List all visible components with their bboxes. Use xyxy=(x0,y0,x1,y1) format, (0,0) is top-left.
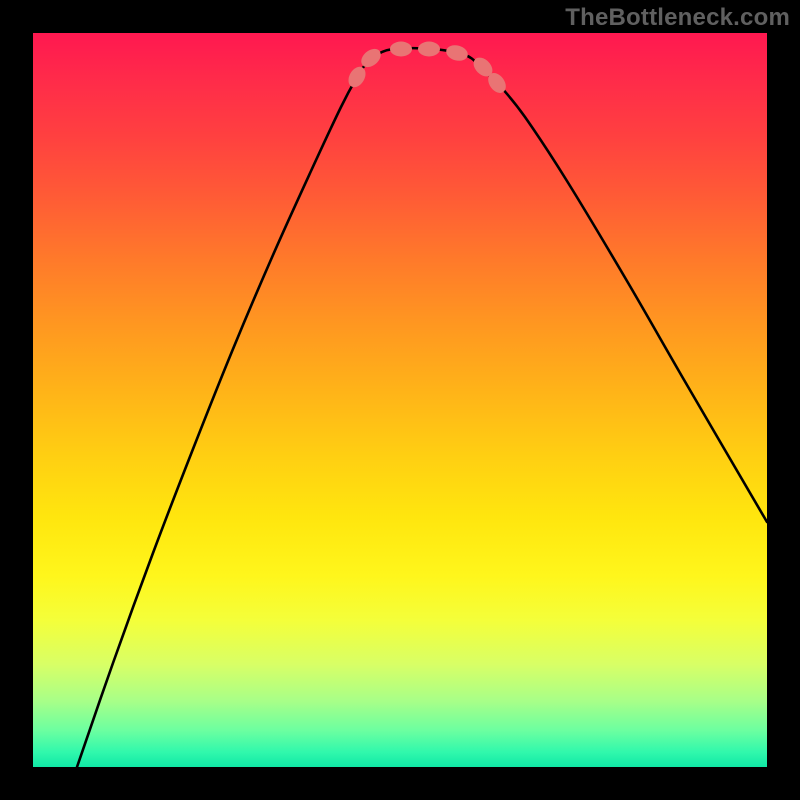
curve-marker xyxy=(358,45,384,71)
curve-markers xyxy=(345,42,509,97)
watermark-text: TheBottleneck.com xyxy=(565,4,790,32)
bottleneck-curve-svg xyxy=(33,33,767,767)
curve-marker xyxy=(345,64,369,91)
curve-marker xyxy=(418,42,440,57)
curve-marker xyxy=(444,43,469,63)
curve-marker xyxy=(390,42,412,57)
plot-area xyxy=(33,33,767,767)
bottleneck-curve-path xyxy=(77,48,767,767)
chart-frame: TheBottleneck.com xyxy=(0,0,800,800)
